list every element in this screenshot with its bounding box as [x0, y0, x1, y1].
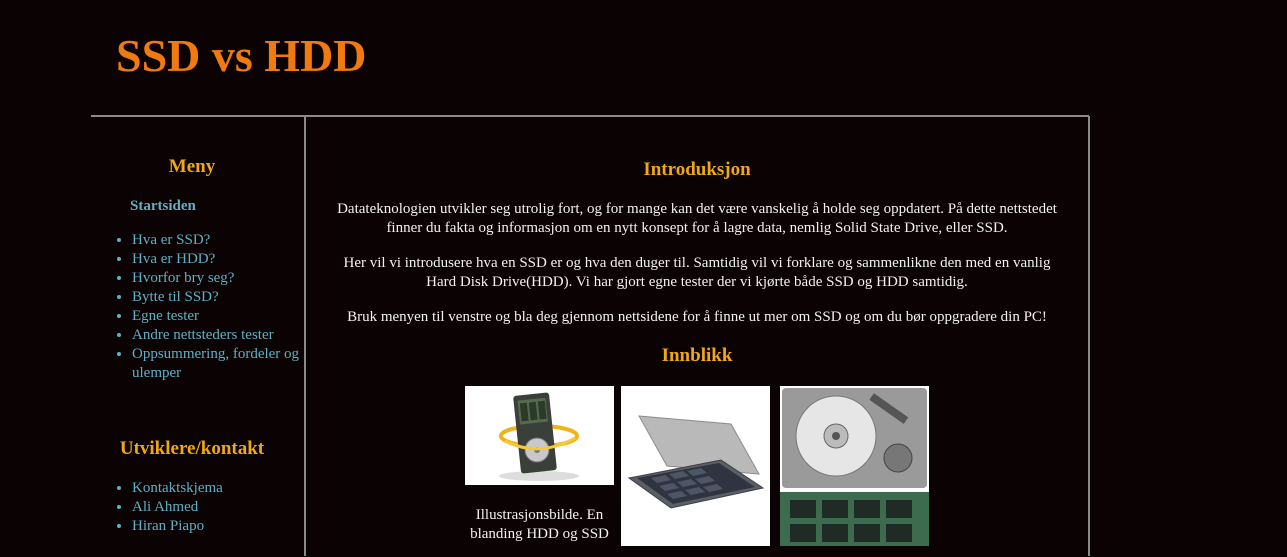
contact-heading: Utviklere/kontakt: [119, 438, 265, 459]
menu-link-bytte-til-ssd[interactable]: Bytte til SSD?: [132, 289, 219, 305]
menu-item: Egne tester: [132, 307, 302, 326]
menu-item: Hva er HDD?: [132, 250, 302, 269]
ssd-image: [621, 386, 770, 546]
hybrid-drive-image: [465, 386, 614, 485]
menu-link-egne-tester[interactable]: Egne tester: [132, 308, 199, 324]
menu-link-oppsummering[interactable]: Oppsummering, fordeler og ulemper: [132, 346, 299, 381]
contact-link-ali-ahmed[interactable]: Ali Ahmed: [132, 499, 198, 515]
menu-link-hvorfor-bry-seg[interactable]: Hvorfor bry seg?: [132, 270, 234, 286]
menu-item: Oppsummering, fordeler og ulemper: [132, 345, 302, 383]
contact-item: Kontaktskjema: [132, 479, 302, 498]
menu-heading: Meny: [168, 156, 216, 177]
contact-list: Kontaktskjema Ali Ahmed Hiran Piapo: [114, 479, 302, 536]
sidebar: Meny Startsiden Hva er SSD? Hva er HDD? …: [92, 117, 304, 537]
content-right-border: [1088, 116, 1090, 556]
hdd-image: [780, 386, 929, 546]
image-caption: Illustrasjonsbilde. En blanding HDD og S…: [470, 507, 609, 542]
insight-heading: Innblikk: [661, 345, 733, 366]
contact-link-hiran-piapo[interactable]: Hiran Piapo: [132, 518, 204, 534]
contact-item: Hiran Piapo: [132, 517, 302, 536]
intro-paragraph: Datateknologien utvikler seg utrolig for…: [337, 201, 1057, 236]
intro-paragraph: Her vil vi introdusere hva en SSD er og …: [343, 255, 1051, 290]
menu-link-hva-er-ssd[interactable]: Hva er SSD?: [132, 232, 210, 248]
intro-paragraph: Bruk menyen til venstre og bla deg gjenn…: [347, 309, 1047, 325]
home-link[interactable]: Startsiden: [130, 198, 196, 215]
main-content: Introduksjon Datateknologien utvikler se…: [306, 117, 1088, 546]
menu-item: Andre nettsteders tester: [132, 326, 302, 345]
menu-list: Hva er SSD? Hva er HDD? Hvorfor bry seg?…: [114, 231, 302, 383]
contact-link-kontaktskjema[interactable]: Kontaktskjema: [132, 480, 223, 496]
menu-item: Hvorfor bry seg?: [132, 269, 302, 288]
menu-item: Bytte til SSD?: [132, 288, 302, 307]
intro-heading: Introduksjon: [643, 159, 751, 180]
menu-link-hva-er-hdd[interactable]: Hva er HDD?: [132, 251, 215, 267]
menu-item: Hva er SSD?: [132, 231, 302, 250]
site-title: SSD vs HDD: [116, 30, 367, 81]
contact-item: Ali Ahmed: [132, 498, 302, 517]
menu-link-andre-tester[interactable]: Andre nettsteders tester: [132, 327, 274, 343]
